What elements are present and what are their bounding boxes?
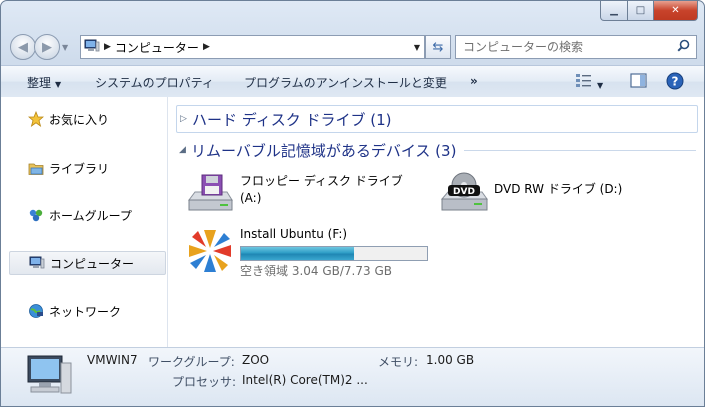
- group-header-hard-disk[interactable]: ▷ ハード ディスク ドライブ (1): [176, 105, 698, 133]
- details-pane: VMWIN7 ワークグループ: ZOO メモリ: 1.00 GB プロセッサ: …: [1, 347, 704, 406]
- breadcrumb-separator-icon[interactable]: ▶: [203, 42, 210, 52]
- svg-text:?: ?: [672, 75, 679, 89]
- workgroup-value: ZOO: [242, 353, 270, 367]
- free-space-text: 空き領域 3.04 GB/7.73 GB: [240, 264, 392, 278]
- address-bar[interactable]: ▶ コンピューター ▶ ▼: [80, 35, 425, 59]
- floppy-drive-icon: [186, 174, 234, 217]
- breadcrumb-separator-icon[interactable]: ▶: [104, 42, 111, 52]
- homegroup-icon: [27, 207, 45, 223]
- device-drive-letter: (A:): [240, 191, 262, 205]
- search-icon[interactable]: [677, 39, 690, 55]
- collapse-arrow-icon: ◢: [179, 145, 186, 155]
- organize-label: 整理: [27, 76, 52, 90]
- navigation-buttons: ◀ ▶ ▼: [10, 34, 68, 60]
- ubuntu-icon: [186, 227, 234, 280]
- dvd-badge: DVD: [453, 187, 475, 197]
- more-commands-button[interactable]: »: [470, 74, 478, 88]
- device-dvd-drive[interactable]: DVD DVD RW ドライブ (D:): [440, 171, 622, 216]
- search-input[interactable]: [461, 39, 675, 55]
- sidebar-item-label: ホームグループ: [49, 208, 132, 223]
- sidebar-item-label: ネットワーク: [49, 304, 122, 319]
- chevron-down-icon: ▼: [597, 81, 604, 90]
- device-name: フロッピー ディスク ドライブ: [240, 174, 403, 188]
- recent-pages-dropdown-icon[interactable]: ▼: [62, 43, 68, 52]
- refresh-icon: ⇆: [432, 39, 444, 55]
- computer-name: VMWIN7: [87, 353, 138, 367]
- network-icon: [27, 303, 45, 319]
- expand-arrow-icon: ▷: [180, 114, 187, 124]
- preview-pane-icon: [630, 73, 647, 91]
- memory-value: 1.00 GB: [426, 353, 475, 367]
- minimize-icon: ▁: [610, 5, 618, 16]
- caption-buttons: ▁ □ ✕: [600, 1, 698, 21]
- memory-label: メモリ:: [378, 355, 419, 369]
- address-dropdown-icon[interactable]: ▼: [414, 43, 420, 52]
- maximize-icon: □: [635, 5, 646, 16]
- processor-label: プロセッサ:: [172, 375, 237, 389]
- group-label: リムーバブル記憶域があるデバイス (3): [191, 141, 457, 160]
- sidebar-item-network[interactable]: ネットワーク: [9, 300, 164, 322]
- breadcrumb-location[interactable]: コンピューター: [115, 39, 199, 56]
- sidebar-item-favorites[interactable]: お気に入り: [9, 108, 164, 130]
- minimize-button[interactable]: ▁: [600, 1, 628, 21]
- group-header-removable[interactable]: ◢ リムーバブル記憶域があるデバイス (3): [176, 137, 696, 163]
- free-space-bar-fill: [241, 247, 354, 260]
- sidebar-item-label: お気に入り: [49, 112, 110, 127]
- help-button[interactable]: ?: [666, 72, 684, 93]
- close-button[interactable]: ✕: [654, 1, 698, 21]
- preview-pane-button[interactable]: [630, 73, 647, 91]
- computer-icon: [28, 255, 46, 271]
- sidebar-item-computer[interactable]: コンピューター: [9, 251, 166, 275]
- computer-large-icon: [23, 353, 73, 402]
- maximize-button[interactable]: □: [628, 1, 654, 21]
- command-bar: 整理 ▼ システムのプロパティ プログラムのアンインストールと変更 » ▼ ?: [1, 65, 704, 98]
- sidebar-item-libraries[interactable]: ライブラリ: [9, 157, 164, 179]
- group-label: ハード ディスク ドライブ (1): [192, 110, 392, 129]
- group-divider: [464, 149, 696, 151]
- back-button[interactable]: ◀: [10, 34, 36, 60]
- processor-value: Intel(R) Core(TM)2 ...: [242, 373, 368, 387]
- dvd-drive-icon: DVD: [440, 171, 488, 216]
- help-icon: ?: [666, 72, 684, 93]
- search-box[interactable]: [455, 35, 697, 59]
- close-icon: ✕: [671, 5, 680, 16]
- star-icon: [27, 111, 45, 127]
- system-properties-button[interactable]: システムのプロパティ: [95, 74, 214, 91]
- free-space-bar: [240, 246, 428, 261]
- computer-icon: [84, 39, 100, 56]
- device-removable-ubuntu[interactable]: Install Ubuntu (F:) 空き領域 3.04 GB/7.73 GB: [186, 227, 428, 280]
- organize-button[interactable]: 整理 ▼: [27, 74, 61, 91]
- sidebar-item-label: ライブラリ: [49, 161, 110, 176]
- view-options-icon: [575, 74, 593, 91]
- device-floppy-drive[interactable]: フロッピー ディスク ドライブ (A:): [186, 174, 403, 217]
- explorer-window: ▁ □ ✕ ◀ ▶ ▼ ▶ コンピューター ▶ ▼ ⇆ 整理▼ システムのプロパ…: [0, 0, 705, 407]
- forward-arrow-icon: ▶: [42, 39, 52, 55]
- sidebar-item-label: コンピューター: [50, 256, 135, 271]
- sidebar-item-homegroup[interactable]: ホームグループ: [9, 204, 164, 226]
- forward-button[interactable]: ▶: [34, 34, 60, 60]
- device-name: Install Ubuntu (F:): [240, 227, 348, 241]
- back-arrow-icon: ◀: [18, 39, 28, 55]
- content-pane: ▷ ハード ディスク ドライブ (1) ◢ リムーバブル記憶域があるデバイス (…: [168, 97, 704, 347]
- device-name: DVD RW ドライブ (D:): [494, 182, 623, 196]
- workgroup-label: ワークグループ:: [148, 355, 235, 369]
- navigation-pane: お気に入り ライブラリ ホームグループ コンピューター ネットワーク: [1, 97, 168, 347]
- library-icon: [27, 160, 45, 176]
- refresh-button[interactable]: ⇆: [425, 35, 451, 59]
- chevron-down-icon: ▼: [55, 80, 62, 89]
- uninstall-program-button[interactable]: プログラムのアンインストールと変更: [244, 74, 447, 91]
- change-view-button[interactable]: ▼: [575, 72, 603, 91]
